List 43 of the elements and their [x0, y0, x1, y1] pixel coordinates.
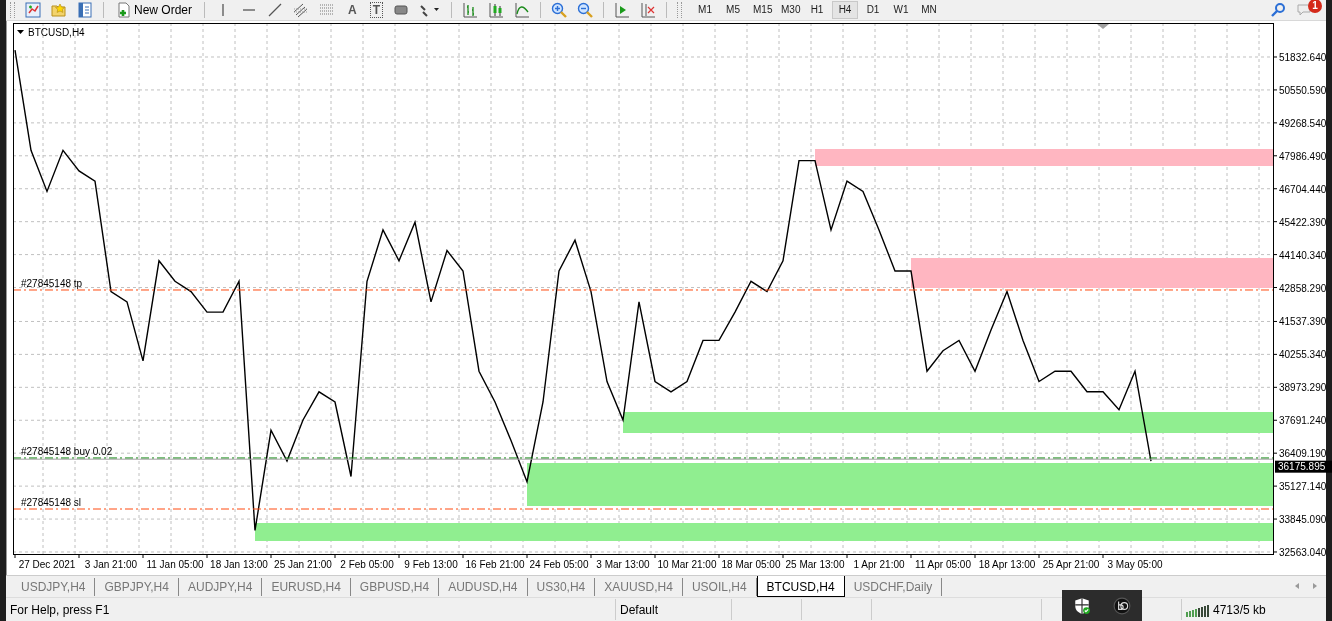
time-label: 2 Feb 05:00 — [340, 558, 394, 570]
time-label: 3 Mar 13:00 — [596, 558, 650, 570]
status-help-text: For Help, press F1 — [6, 599, 616, 621]
time-label: 3 Jan 21:00 — [84, 558, 138, 570]
price-label: 40255.340 — [1279, 349, 1327, 361]
time-label: 18 Jan 13:00 — [210, 558, 268, 570]
profile-name: Default — [616, 599, 732, 621]
price-label: 51832.640 — [1279, 51, 1327, 63]
time-label: 10 Mar 21:00 — [657, 558, 717, 570]
price-label: 50550.590 — [1279, 84, 1327, 96]
price-label: 45422.390 — [1279, 216, 1327, 228]
time-label: 9 Feb 13:00 — [404, 558, 458, 570]
time-label: 25 Mar 13:00 — [785, 558, 845, 570]
order-label: #27845148 tp — [21, 277, 83, 289]
time-label: 24 Feb 05:00 — [529, 558, 589, 570]
traffic-text: 4713/5 kb — [1213, 602, 1266, 617]
time-label: 25 Jan 21:00 — [274, 558, 332, 570]
time-label: 16 Feb 21:00 — [465, 558, 525, 570]
price-label: 47986.490 — [1279, 150, 1327, 162]
order-label: #27845148 sl — [21, 496, 82, 508]
price-label: 42858.290 — [1279, 282, 1327, 294]
time-label: 27 Dec 2021 — [18, 558, 76, 570]
price-label: 33845.090 — [1279, 514, 1327, 525]
time-label: 3 May 05:00 — [1107, 558, 1163, 570]
price-label: 35127.140 — [1279, 481, 1327, 493]
time-label: 11 Apr 05:00 — [915, 558, 971, 570]
notification-badge: 1 — [1308, 0, 1322, 13]
price-label: 36409.190 — [1279, 448, 1327, 460]
price-label: 49268.540 — [1279, 117, 1327, 129]
time-label: 25 Apr 21:00 — [1042, 558, 1100, 570]
chart-title: BTCUSD,H4 — [28, 26, 85, 38]
time-label: 18 Apr 13:00 — [978, 558, 1036, 570]
price-label: 44140.340 — [1279, 249, 1327, 261]
price-label: 46704.440 — [1279, 183, 1327, 195]
order-label: #27845148 buy 0.02 — [21, 445, 113, 457]
time-label: 11 Jan 05:00 — [146, 558, 204, 570]
price-label: 32563.040 — [1279, 546, 1327, 558]
price-label: 41537.390 — [1279, 316, 1327, 328]
price-label: 37691.240 — [1279, 415, 1327, 427]
time-label: 1 Apr 21:00 — [853, 558, 905, 570]
time-label: 18 Mar 05:00 — [721, 558, 781, 570]
price-label: 38973.290 — [1279, 382, 1327, 394]
current-price: 36175.895 — [1278, 461, 1326, 473]
